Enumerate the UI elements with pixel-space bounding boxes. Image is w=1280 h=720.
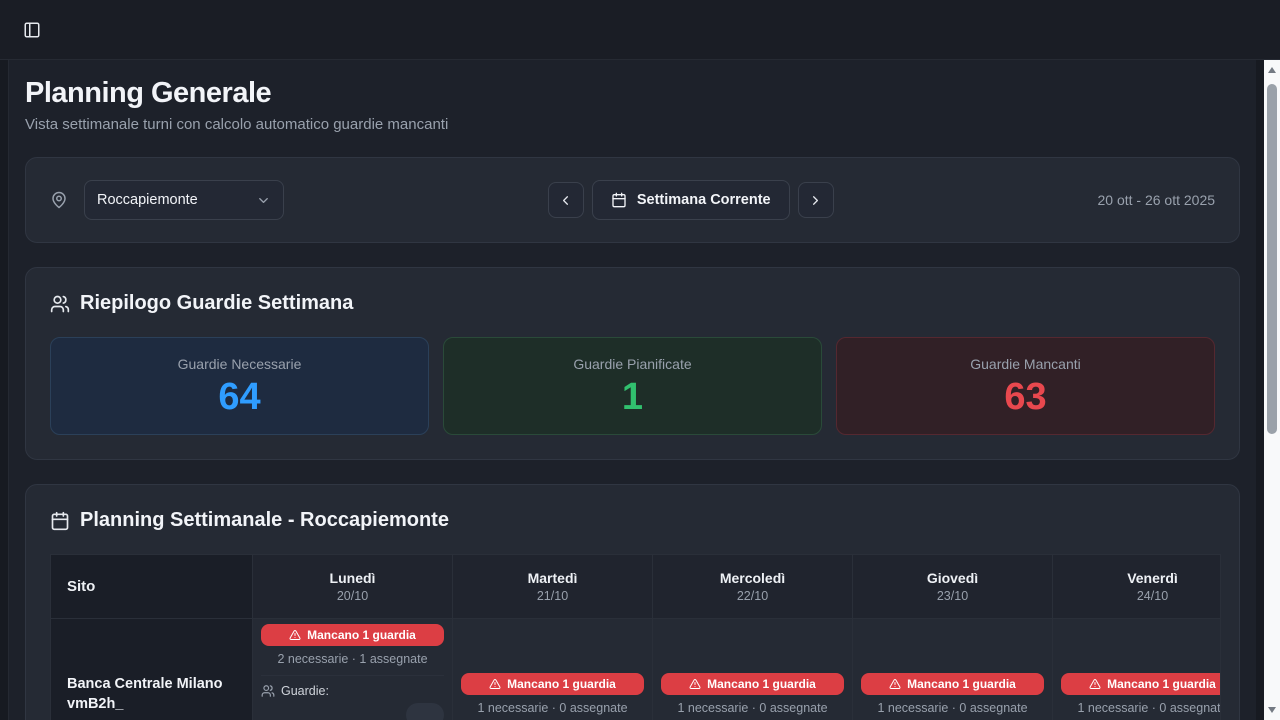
users-icon bbox=[261, 684, 275, 698]
cell-divider bbox=[261, 675, 444, 676]
column-header-mercoledi: Mercoledì 22/10 bbox=[653, 555, 853, 619]
site-cell: Banca Centrale Milano vmB2h_ bbox=[51, 619, 253, 720]
triangle-up-icon bbox=[1268, 67, 1276, 73]
sidebar-toggle-button[interactable] bbox=[16, 14, 48, 46]
day-date: 23/10 bbox=[937, 589, 968, 603]
users-icon bbox=[50, 294, 70, 314]
badge-label: Mancano 1 guardia bbox=[907, 677, 1016, 691]
map-pin-icon bbox=[50, 191, 68, 209]
column-header-lunedi: Lunedì 20/10 bbox=[253, 555, 453, 619]
day-name: Venerdì bbox=[1127, 570, 1178, 586]
guards-row: Guardie: bbox=[261, 684, 444, 698]
day-date: 22/10 bbox=[737, 589, 768, 603]
missing-guards-badge: Mancano 1 guardia bbox=[461, 673, 644, 695]
location-select-value: Roccapiemonte bbox=[97, 192, 198, 208]
site-name: Banca Centrale Milano bbox=[67, 674, 236, 694]
triangle-alert-icon bbox=[1089, 678, 1101, 690]
badge-label: Mancano 1 guardia bbox=[1107, 677, 1216, 691]
badge-label: Mancano 1 guardia bbox=[507, 677, 616, 691]
toolbar-card: Roccapiemonte Settimana Corrente bbox=[25, 157, 1240, 243]
badge-label: Mancano 1 guardia bbox=[307, 628, 416, 642]
location-selector-group: Roccapiemonte bbox=[50, 180, 284, 220]
cell-detail: 1 necessarie · 0 assegnate bbox=[461, 701, 644, 715]
stat-label: Guardie Necessarie bbox=[178, 356, 302, 372]
panel-left-icon bbox=[23, 21, 41, 39]
day-name: Lunedì bbox=[330, 570, 376, 586]
summary-card: Riepilogo Guardie Settimana Guardie Nece… bbox=[25, 267, 1240, 460]
triangle-down-icon bbox=[1268, 707, 1276, 713]
calendar-icon bbox=[50, 511, 70, 531]
scrollbar-up-arrow[interactable] bbox=[1264, 62, 1280, 78]
day-name: Mercoledì bbox=[720, 570, 785, 586]
day-date: 24/10 bbox=[1137, 589, 1168, 603]
triangle-alert-icon bbox=[489, 678, 501, 690]
column-header-giovedi: Giovedì 23/10 bbox=[853, 555, 1053, 619]
triangle-alert-icon bbox=[289, 629, 301, 641]
planning-title-row: Planning Settimanale - Roccapiemonte bbox=[50, 509, 1215, 532]
stat-value: 63 bbox=[1004, 378, 1046, 416]
day-name: Martedì bbox=[528, 570, 578, 586]
missing-guards-badge: Mancano 1 guardia bbox=[1061, 673, 1221, 695]
missing-guards-badge: Mancano 1 guardia bbox=[261, 624, 444, 646]
chevron-left-icon bbox=[558, 193, 573, 208]
shift-cell-giovedi[interactable]: Mancano 1 guardia 1 necessarie · 0 asseg… bbox=[853, 619, 1053, 720]
guard-chip[interactable] bbox=[406, 703, 444, 720]
cell-detail: 1 necessarie · 0 assegnate bbox=[661, 701, 844, 715]
planning-card: Planning Settimanale - Roccapiemonte Sit… bbox=[25, 484, 1240, 720]
day-date: 20/10 bbox=[337, 589, 368, 603]
location-select[interactable]: Roccapiemonte bbox=[84, 180, 284, 220]
shift-cell-venerdi[interactable]: Mancano 1 guardia 1 necessarie · 0 asseg… bbox=[1053, 619, 1221, 720]
missing-guards-badge: Mancano 1 guardia bbox=[861, 673, 1044, 695]
cell-detail: 1 necessarie · 0 assegnate bbox=[861, 701, 1044, 715]
cell-detail: 1 necessarie · 0 assegnate bbox=[1061, 701, 1221, 715]
summary-title: Riepilogo Guardie Settimana bbox=[80, 292, 353, 315]
chevron-down-icon bbox=[256, 193, 271, 208]
scrollbar-down-arrow[interactable] bbox=[1264, 702, 1280, 718]
cell-detail: 2 necessarie · 1 assegnate bbox=[261, 652, 444, 666]
vertical-scrollbar[interactable] bbox=[1264, 60, 1280, 720]
stat-label: Guardie Pianificate bbox=[573, 356, 691, 372]
chevron-right-icon bbox=[808, 193, 823, 208]
date-range-label: 20 ott - 26 ott 2025 bbox=[1097, 192, 1215, 208]
calendar-icon bbox=[611, 192, 627, 208]
planning-title: Planning Settimanale - Roccapiemonte bbox=[80, 509, 449, 532]
site-code: vmB2h_ bbox=[67, 694, 236, 714]
shift-cell-lunedi[interactable]: Mancano 1 guardia 2 necessarie · 1 asseg… bbox=[253, 619, 453, 720]
scrollbar-thumb[interactable] bbox=[1267, 84, 1277, 434]
missing-guards-badge: Mancano 1 guardia bbox=[661, 673, 844, 695]
page-subtitle: Vista settimanale turni con calcolo auto… bbox=[25, 116, 1240, 133]
summary-title-row: Riepilogo Guardie Settimana bbox=[50, 292, 1215, 315]
stat-guardie-pianificate: Guardie Pianificate 1 bbox=[443, 337, 822, 435]
day-name: Giovedì bbox=[927, 570, 978, 586]
next-week-button[interactable] bbox=[798, 182, 834, 218]
shift-cell-mercoledi[interactable]: Mancano 1 guardia 1 necessarie · 0 asseg… bbox=[653, 619, 853, 720]
main-content: Planning Generale Vista settimanale turn… bbox=[8, 60, 1256, 720]
week-navigation: Settimana Corrente bbox=[548, 180, 834, 220]
stat-value: 1 bbox=[622, 378, 643, 416]
day-date: 21/10 bbox=[537, 589, 568, 603]
page-title: Planning Generale bbox=[25, 77, 1240, 110]
stat-guardie-necessarie: Guardie Necessarie 64 bbox=[50, 337, 429, 435]
previous-week-button[interactable] bbox=[548, 182, 584, 218]
triangle-alert-icon bbox=[889, 678, 901, 690]
badge-label: Mancano 1 guardia bbox=[707, 677, 816, 691]
shift-cell-martedi[interactable]: Mancano 1 guardia 1 necessarie · 0 asseg… bbox=[453, 619, 653, 720]
planning-table-container[interactable]: Sito Lunedì 20/10 Martedì 21/10 Mercoled… bbox=[50, 554, 1221, 720]
guards-label: Guardie: bbox=[281, 684, 329, 698]
triangle-alert-icon bbox=[689, 678, 701, 690]
current-week-label: Settimana Corrente bbox=[637, 192, 771, 208]
topbar bbox=[0, 0, 1280, 60]
stat-guardie-mancanti: Guardie Mancanti 63 bbox=[836, 337, 1215, 435]
column-header-venerdi: Venerdì 24/10 bbox=[1053, 555, 1221, 619]
stat-value: 64 bbox=[218, 378, 260, 416]
stat-label: Guardie Mancanti bbox=[970, 356, 1081, 372]
current-week-button[interactable]: Settimana Corrente bbox=[592, 180, 790, 220]
stats-grid: Guardie Necessarie 64 Guardie Pianificat… bbox=[50, 337, 1215, 435]
column-header-martedi: Martedì 21/10 bbox=[453, 555, 653, 619]
column-header-sito: Sito bbox=[51, 555, 253, 619]
planning-table: Sito Lunedì 20/10 Martedì 21/10 Mercoled… bbox=[51, 555, 1221, 720]
